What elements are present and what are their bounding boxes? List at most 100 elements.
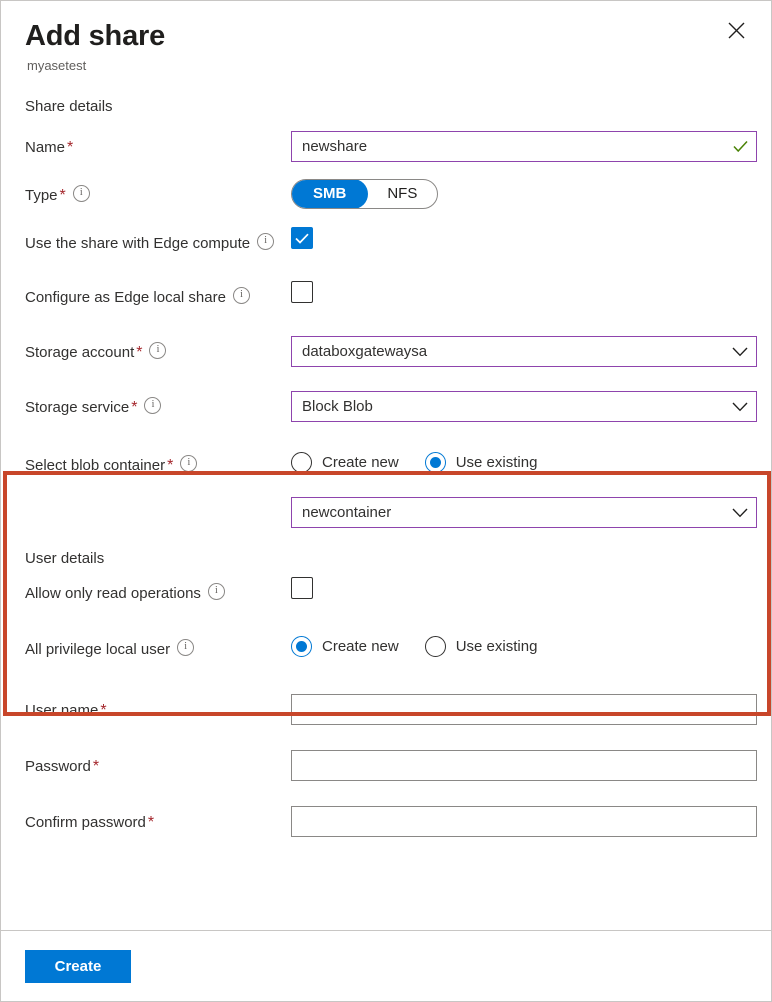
required-marker: * [67,139,74,156]
privilege-user-radio-use-existing[interactable]: Use existing [424,636,538,657]
control-read-only [291,577,757,599]
required-marker: * [167,457,174,474]
label-password-text: Password [25,758,91,775]
info-icon[interactable] [232,287,250,304]
control-storage-account: databoxgatewaysa [291,336,757,367]
required-marker: * [131,399,138,416]
blob-container-radio-create-new-label: Create new [322,454,399,471]
required-marker: * [136,344,143,361]
name-input[interactable]: newshare [291,131,757,162]
read-only-checkbox[interactable] [291,577,313,599]
blob-container-select[interactable]: newcontainer [291,497,757,528]
control-edge-compute [291,227,757,249]
user-name-input[interactable] [291,694,757,725]
row-type: Type* SMB NFS [25,179,757,213]
storage-service-select[interactable]: Block Blob [291,391,757,422]
info-icon[interactable] [177,639,195,656]
user-details-heading: User details [25,550,105,567]
info-icon[interactable] [144,397,162,414]
info-icon[interactable] [207,583,225,600]
row-user-name: User name * [25,694,757,728]
radio-icon [424,636,446,657]
edge-local-share-checkbox[interactable] [291,281,313,303]
label-read-only: Allow only read operations [25,577,291,604]
row-blob-container: Select blob container* Create new Use ex… [25,449,757,483]
label-edge-compute: Use the share with Edge compute [25,227,291,254]
label-blob-container-spacer [25,497,291,503]
info-icon[interactable] [180,455,198,472]
info-icon[interactable] [257,233,275,250]
required-marker: * [92,758,100,775]
row-edge-local-share: Configure as Edge local share [25,281,757,315]
control-blob-container-select: newcontainer [291,497,757,528]
row-confirm-password: Confirm password * [25,806,757,840]
required-marker: * [147,814,155,831]
control-user-name [291,694,757,725]
label-storage-account-text: Storage account [25,344,135,361]
label-blob-container-text: Select blob container [25,457,166,474]
create-button[interactable]: Create [25,949,131,983]
type-toggle[interactable]: SMB NFS [291,179,439,209]
label-name: Name * [25,131,291,158]
radio-icon-selected [291,636,312,657]
label-storage-service: Storage service * [25,391,291,418]
label-read-only-text: Allow only read operations [25,585,201,602]
storage-service-value: Block Blob [302,398,373,415]
radio-icon [291,452,312,473]
storage-account-select[interactable]: databoxgatewaysa [291,336,757,367]
close-button[interactable] [719,13,753,47]
label-user-name-text: User name [25,702,99,719]
password-input[interactable] [291,750,757,781]
control-name: newshare [291,131,757,162]
confirm-password-input[interactable] [291,806,757,837]
blob-container-radio-create-new[interactable]: Create new [291,452,399,473]
privilege-user-radio-create-new-label: Create new [322,638,399,655]
storage-account-value: databoxgatewaysa [302,343,428,360]
label-privilege-user-text: All privilege local user [25,641,171,658]
share-details-heading: Share details [25,98,113,115]
row-privilege-user: All privilege local user Create new Use … [25,633,757,667]
privilege-user-radio-use-existing-label: Use existing [455,638,538,655]
privilege-user-radio-create-new[interactable]: Create new [291,636,399,657]
label-user-name: User name * [25,694,291,721]
panel-header: Add share myasetest [1,1,771,75]
control-password [291,750,757,781]
label-edge-local-share-text: Configure as Edge local share [25,289,226,306]
add-share-panel: Add share myasetest Share details Name * … [0,0,772,1002]
blob-container-radio-use-existing[interactable]: Use existing [424,452,538,473]
row-storage-account: Storage account* databoxgatewaysa [25,336,757,370]
type-option-nfs[interactable]: NFS [367,180,437,208]
row-edge-compute: Use the share with Edge compute [25,227,757,261]
type-option-smb[interactable]: SMB [292,180,369,208]
label-password: Password * [25,750,291,777]
privilege-user-radio-group: Create new Use existing [291,633,757,657]
info-icon[interactable] [72,185,90,202]
blob-container-value: newcontainer [302,504,392,521]
page-subtitle: myasetest [27,58,87,73]
blob-container-radio-use-existing-label: Use existing [455,454,538,471]
edge-compute-checkbox[interactable] [291,227,313,249]
row-read-only: Allow only read operations [25,577,757,611]
label-edge-compute-text: Use the share with Edge compute [25,235,251,252]
close-icon [728,22,745,39]
label-confirm-password-text: Confirm password [25,814,146,831]
control-type: SMB NFS [291,179,757,209]
name-input-value: newshare [302,138,368,155]
radio-icon-selected [424,452,446,473]
row-storage-service: Storage service* Block Blob [25,391,757,425]
chevron-down-icon [732,347,748,357]
blob-container-radio-group: Create new Use existing [291,449,757,473]
control-privilege-user: Create new Use existing [291,633,757,657]
checkmark-icon [733,140,748,153]
label-name-text: Name [25,139,66,156]
required-marker: * [100,702,107,719]
info-icon[interactable] [149,342,167,359]
control-edge-local-share [291,281,757,303]
control-confirm-password [291,806,757,837]
form-body: Share details Name * newshare Type *i SM… [1,97,771,840]
label-storage-account: Storage account * [25,336,291,363]
panel-footer: Create [1,930,771,1001]
label-type-text: Type [25,187,58,204]
label-edge-local-share: Configure as Edge local share [25,281,291,308]
page-title: Add share [25,20,166,52]
